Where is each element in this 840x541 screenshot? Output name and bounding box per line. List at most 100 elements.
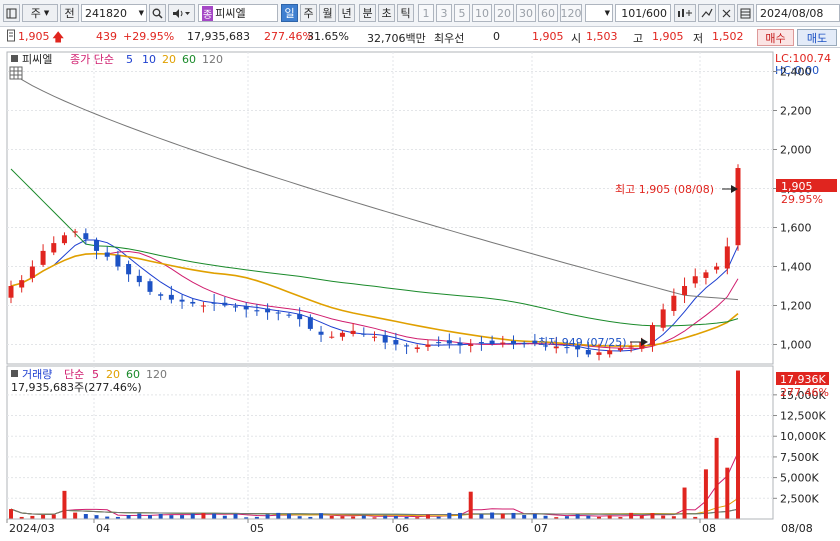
period-week[interactable]: 주 (300, 4, 317, 22)
volume-bar (629, 512, 634, 519)
volume-bar (490, 512, 495, 519)
settings-icon[interactable] (737, 4, 754, 22)
sell-button[interactable]: 매도 (797, 29, 837, 46)
candle-body (147, 281, 153, 292)
last-date-label: 08/08 (781, 522, 813, 535)
interval-20[interactable]: 20 (494, 4, 514, 22)
stock-chart[interactable]: 피씨엘 종가 단순 5 10 20 60 120 LC:100.74 HC:0.… (0, 48, 840, 541)
volume-bar (212, 513, 217, 519)
sound-icon[interactable] (168, 4, 195, 22)
volume-bar (607, 515, 612, 519)
volume-bar (586, 515, 591, 519)
candle-body (660, 309, 666, 328)
volume-bar (319, 513, 324, 519)
candle-body (446, 340, 452, 344)
candle-body (158, 294, 164, 296)
candle-body (275, 312, 281, 314)
stock-name-field[interactable]: 종 피씨엘 (198, 4, 278, 22)
volume-bar (714, 437, 719, 519)
volume-legend-toggle-icon[interactable] (11, 370, 18, 377)
count-input[interactable]: 101/600 (615, 4, 671, 22)
volume-info: 17,935,683주(277.46%) (11, 381, 142, 394)
candle-body (393, 340, 399, 345)
legend-ma-10: 10 (142, 53, 156, 66)
volume-tick-label: 12,500K (780, 410, 826, 423)
prev-button[interactable]: 전 (60, 4, 79, 22)
volume-bar (661, 515, 666, 519)
period-tick[interactable]: 틱 (397, 4, 414, 22)
interval-3[interactable]: 3 (436, 4, 452, 22)
volume-bar (233, 513, 238, 519)
interval-5[interactable]: 5 (454, 4, 470, 22)
period-minute[interactable]: 분 (359, 4, 376, 22)
candle-body (40, 250, 46, 265)
candle-body (211, 302, 217, 304)
custom-interval-input[interactable]: ▼ (585, 4, 613, 22)
period-select-value: 주 (30, 7, 41, 20)
candle-body (425, 344, 431, 347)
candle-body (671, 295, 677, 311)
candle-body (692, 276, 698, 284)
table-icon[interactable] (9, 66, 23, 80)
volume-legend-ma-5: 5 (92, 368, 99, 381)
interval-1[interactable]: 1 (418, 4, 434, 22)
candle-body (607, 350, 613, 355)
date-tick-label: 08 (702, 522, 716, 535)
candle-body (724, 246, 730, 269)
volume-bar (511, 512, 516, 519)
crosshair-icon[interactable] (718, 4, 735, 22)
volume-bar (169, 515, 174, 519)
candle-body (489, 340, 495, 344)
interval-10[interactable]: 10 (472, 4, 492, 22)
candle-body (735, 168, 741, 246)
chart-toolbar: 주 ▼ 전 241820 ▼ 종 피씨엘 일 주 월 년 분 초 틱 1 3 5… (0, 0, 840, 27)
volume-legend-name: 거래량 (22, 368, 52, 381)
search-icon[interactable] (149, 4, 166, 22)
legend-toggle-icon[interactable] (11, 55, 18, 62)
candle-body (190, 301, 196, 304)
up-arrow-icon: 🡅 (52, 30, 65, 44)
last-price-pct: 29.95% (781, 193, 823, 206)
candle-body (297, 314, 303, 320)
volume-bar (265, 514, 270, 519)
high-price: 1,905 (652, 30, 684, 43)
draw-line-icon[interactable] (698, 4, 716, 22)
low-label: 저 (693, 32, 704, 45)
date-input[interactable]: 2024/08/08 (756, 4, 840, 22)
period-day[interactable]: 일 (281, 4, 298, 22)
candle-body (222, 302, 228, 306)
stock-name: 피씨엘 (215, 7, 246, 20)
volume-bar (500, 513, 505, 519)
candle-body (307, 317, 313, 329)
candle-body (703, 272, 709, 278)
period-select[interactable]: 주 ▼ (22, 4, 58, 22)
candle-body (649, 325, 655, 346)
interval-60[interactable]: 60 (538, 4, 558, 22)
period-second[interactable]: 초 (378, 4, 395, 22)
chart-window-icon[interactable] (3, 4, 20, 22)
candle-body (478, 342, 484, 344)
volume-bar (425, 514, 430, 519)
indicator-icon[interactable] (674, 4, 696, 22)
volume-bar (94, 515, 99, 519)
candle-body (72, 231, 78, 233)
interval-30[interactable]: 30 (516, 4, 536, 22)
period-year[interactable]: 년 (338, 4, 355, 22)
interval-120[interactable]: 120 (560, 4, 582, 22)
candle-body (585, 349, 591, 355)
legend-ma-120: 120 (202, 53, 223, 66)
volume-bar (522, 515, 527, 519)
stock-code-input[interactable]: 241820 ▼ (81, 4, 147, 22)
buy-button[interactable]: 매수 (757, 29, 794, 46)
period-month[interactable]: 월 (319, 4, 336, 22)
count-total: /600 (642, 6, 667, 20)
price-change-pct: +29.95% (123, 30, 175, 43)
price-tick-label: 1,000 (780, 339, 812, 352)
turnover-rate: 31.65% (307, 30, 349, 43)
date-axis: 2024/03 04 05 06 07 08 08/08 (6, 518, 813, 535)
volume-tick-label: 10,000K (780, 430, 826, 443)
legend-ma-60: 60 (182, 53, 196, 66)
volume-bar (682, 487, 687, 519)
open-price: 1,503 (586, 30, 618, 43)
volume-legend-ma-20: 20 (106, 368, 120, 381)
